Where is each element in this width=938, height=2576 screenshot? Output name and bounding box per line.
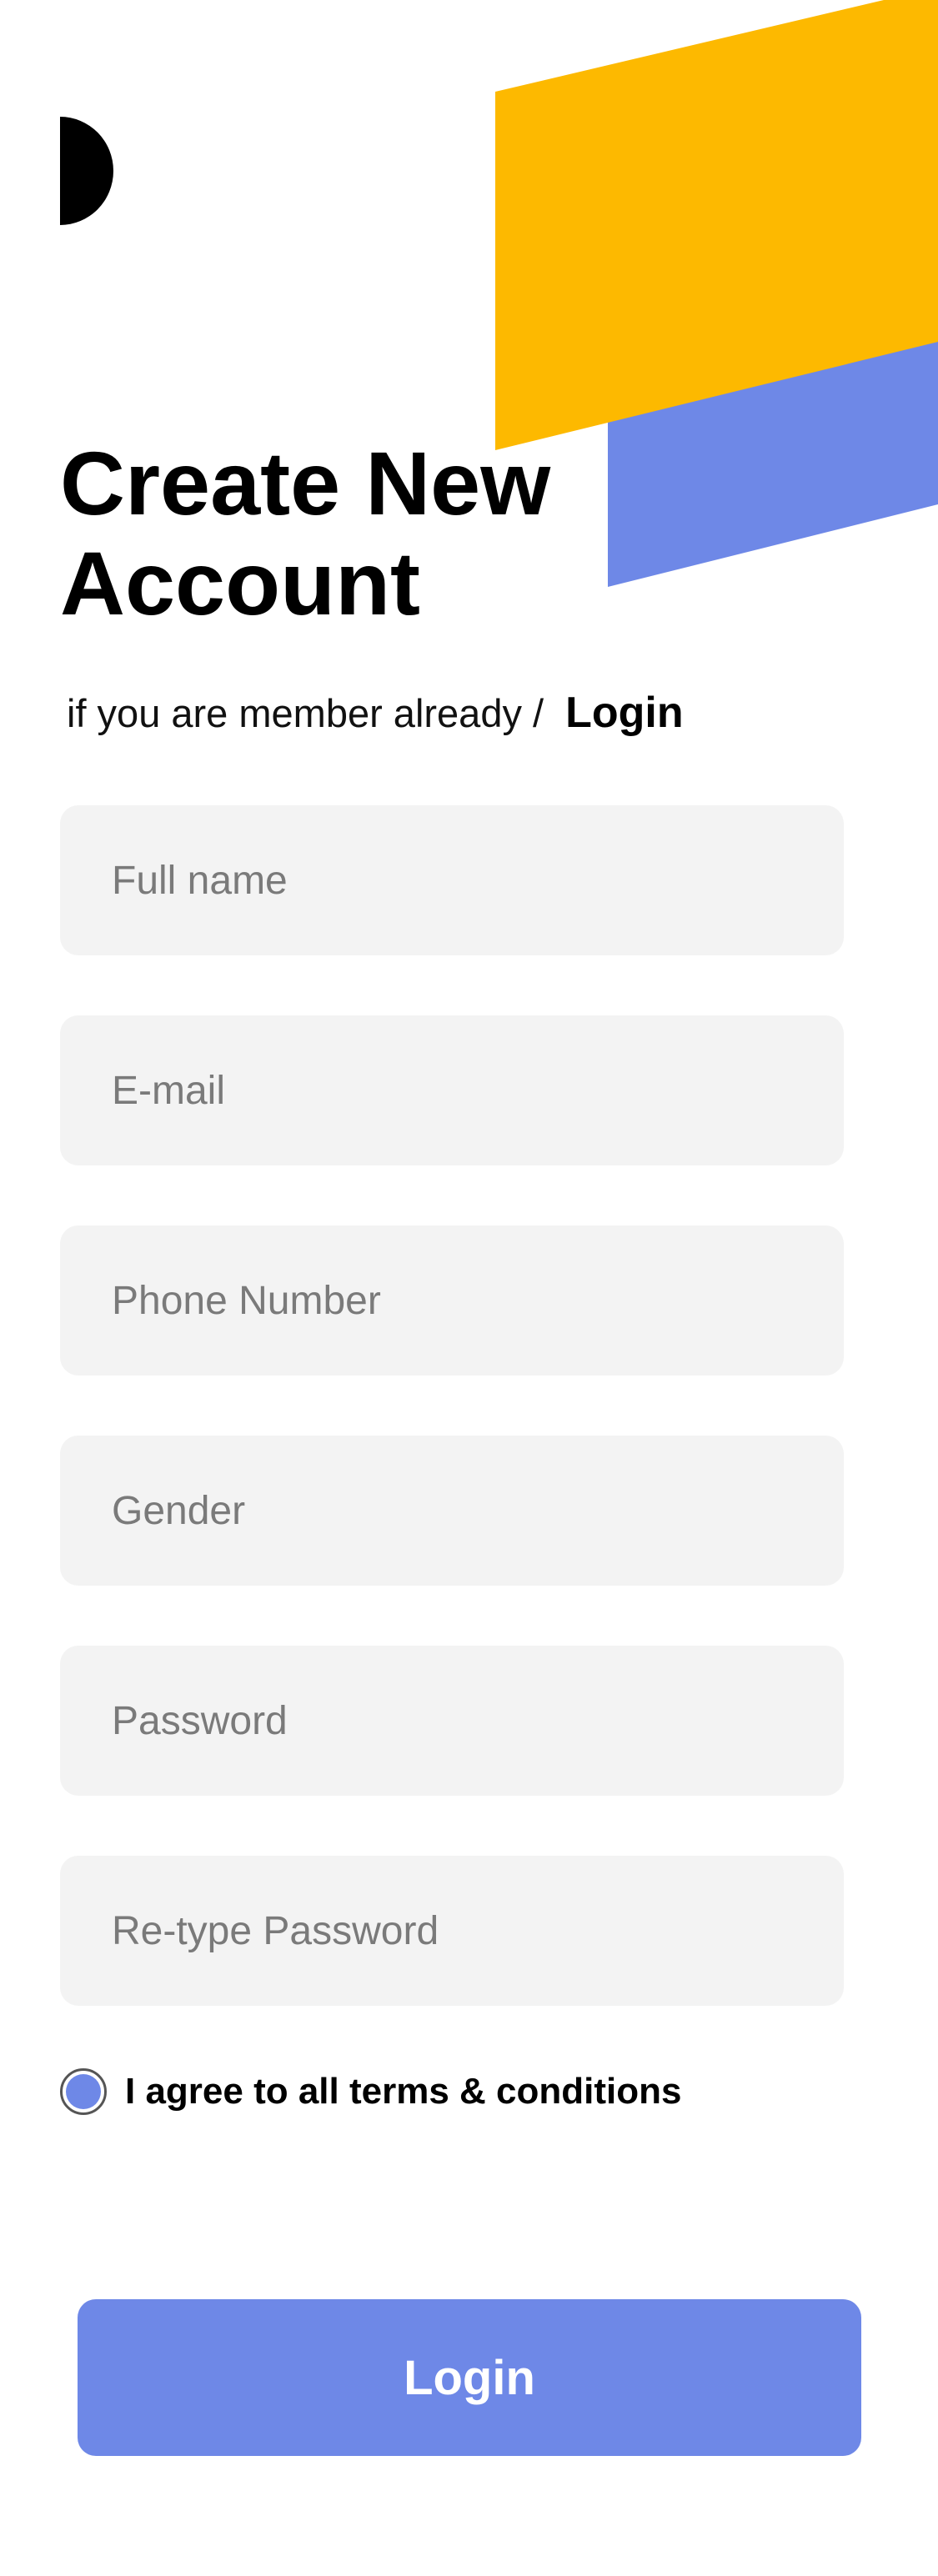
gender-input[interactable] [60,1436,844,1586]
half-circle-logo-icon [60,117,113,225]
full-name-input[interactable] [60,805,844,955]
login-link[interactable]: Login [565,688,684,738]
retype-password-input[interactable] [60,1856,844,2006]
page-title: Create New Account [60,434,577,634]
member-prompt: if you are member already / Login [67,684,684,742]
phone-number-input[interactable] [60,1225,844,1376]
member-prompt-text: if you are member already / [67,690,544,735]
password-input[interactable] [60,1646,844,1796]
terms-radio-selected-dot [66,2074,101,2109]
email-input[interactable] [60,1015,844,1165]
terms-radio[interactable] [60,2068,107,2115]
login-button[interactable]: Login [78,2299,861,2456]
yellow-parallelogram-shape [495,0,938,450]
page-title-line-1: Create New [60,433,551,534]
terms-agreement[interactable]: I agree to all terms & conditions [60,2066,681,2117]
blue-parallelogram-shape [608,275,938,587]
page-title-line-2: Account [60,533,420,634]
terms-label: I agree to all terms & conditions [125,2071,682,2112]
